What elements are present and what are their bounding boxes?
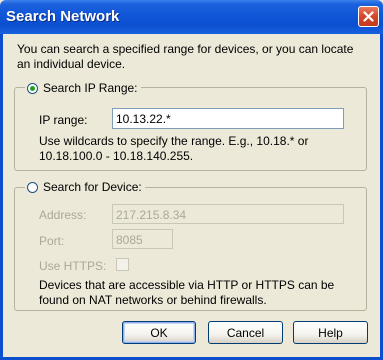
ip-range-hint-line-2: 10.18.100.0 - 10.18.140.255. xyxy=(39,149,194,163)
port-label: Port: xyxy=(39,234,65,248)
search-ip-range-label: Search IP Range: xyxy=(43,81,138,95)
device-note-line-1: Devices that are accessible via HTTP or … xyxy=(39,278,335,292)
device-note-line-2: found on NAT networks or behind firewall… xyxy=(39,293,267,307)
search-ip-range-radio[interactable]: Search IP Range: xyxy=(25,80,141,96)
window-title: Search Network xyxy=(6,8,120,25)
ok-button[interactable]: OK xyxy=(122,321,196,344)
close-icon xyxy=(363,11,374,22)
intro-text: You can search a specified range for dev… xyxy=(17,42,367,72)
intro-line-2: an individual device. xyxy=(17,57,126,71)
ip-range-hint-line-1: Use wildcards to specify the range. E.g.… xyxy=(39,134,309,148)
radio-icon-unselected[interactable] xyxy=(27,181,38,193)
address-input[interactable]: 217.215.8.34 xyxy=(112,204,344,224)
search-for-device-label: Search for Device: xyxy=(43,180,142,194)
device-note: Devices that are accessible via HTTP or … xyxy=(39,278,359,308)
intro-line-1: You can search a specified range for dev… xyxy=(17,42,354,56)
window-frame-left xyxy=(0,34,3,360)
address-label: Address: xyxy=(39,208,87,222)
close-button[interactable] xyxy=(358,6,379,27)
title-bar[interactable]: Search Network xyxy=(0,0,383,34)
search-network-dialog: Search Network You can search a specifie… xyxy=(0,0,383,360)
use-https-label: Use HTTPS: xyxy=(39,259,107,273)
use-https-checkbox[interactable] xyxy=(116,258,129,271)
radio-icon-selected[interactable] xyxy=(27,82,38,94)
port-input[interactable]: 8085 xyxy=(112,229,173,249)
search-for-device-radio[interactable]: Search for Device: xyxy=(25,179,145,195)
help-button[interactable]: Help xyxy=(293,321,368,344)
ip-range-hint: Use wildcards to specify the range. E.g.… xyxy=(39,134,359,164)
cancel-button[interactable]: Cancel xyxy=(208,321,283,344)
ip-range-input[interactable]: 10.13.22.* xyxy=(112,108,344,129)
ip-range-label: IP range: xyxy=(39,113,88,127)
